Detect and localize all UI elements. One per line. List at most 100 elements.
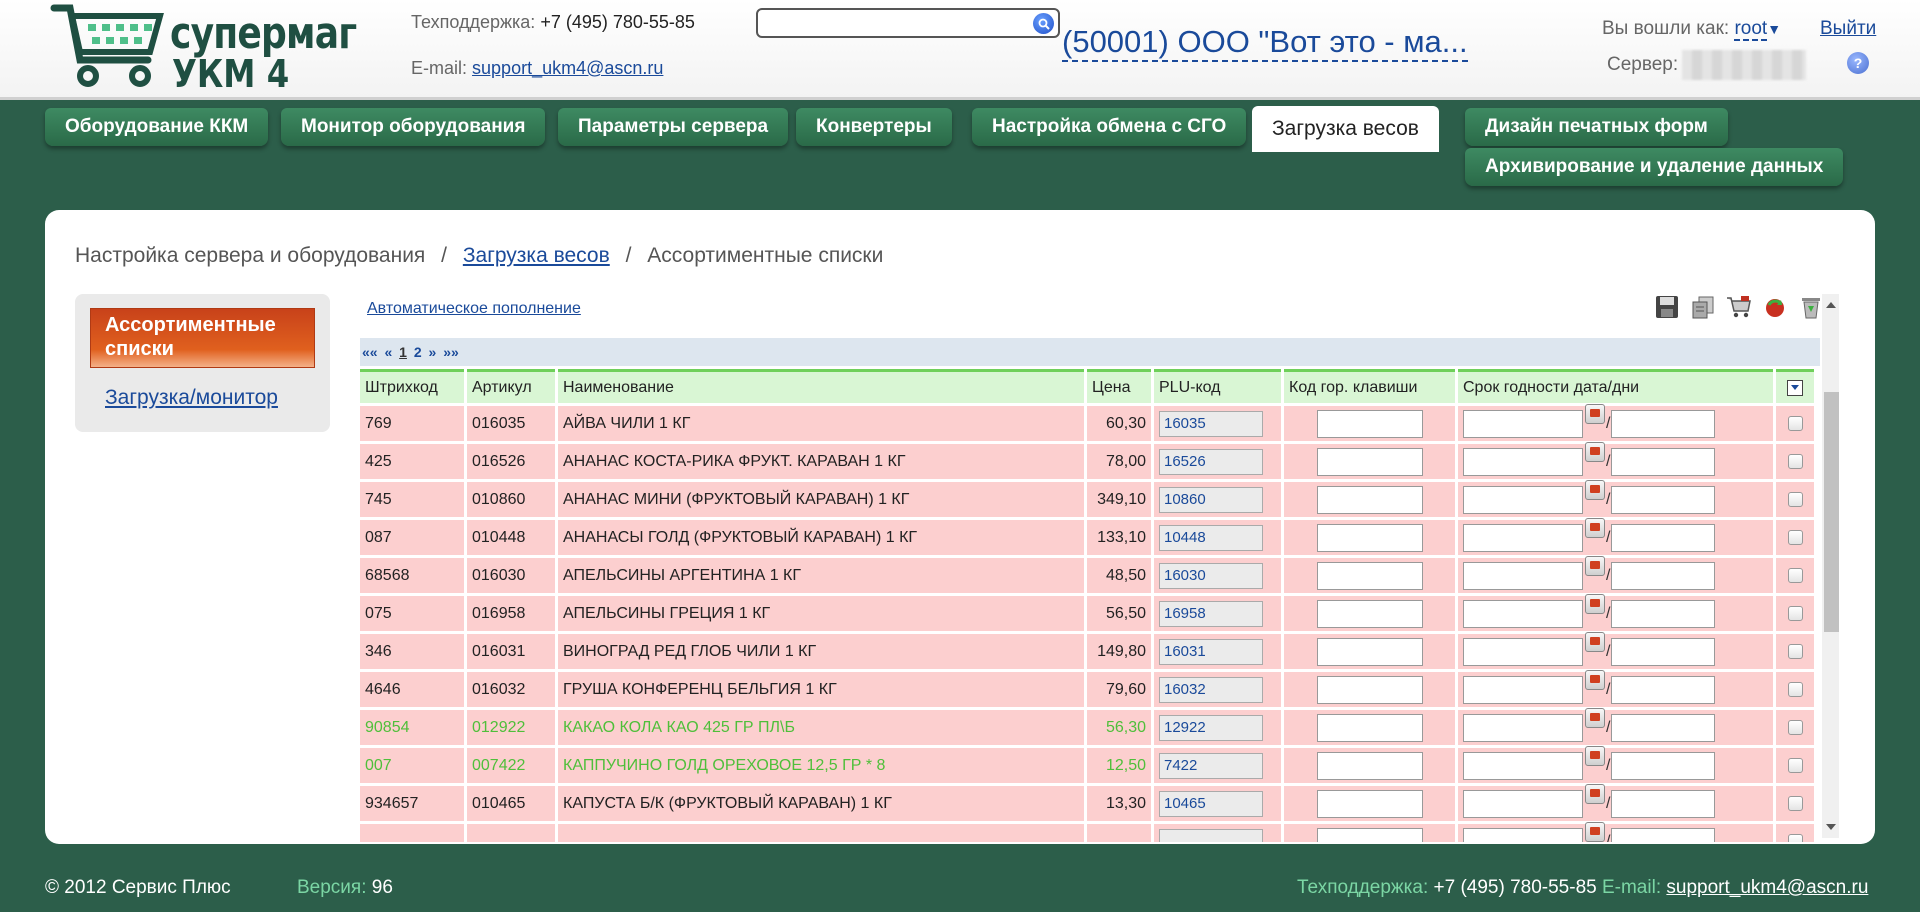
calendar-icon[interactable] xyxy=(1585,555,1605,576)
row-checkbox[interactable] xyxy=(1787,416,1803,431)
plu-input[interactable] xyxy=(1159,562,1263,589)
expiry-date-input[interactable] xyxy=(1463,789,1583,818)
help-icon[interactable]: ? xyxy=(1847,52,1869,74)
expiry-days-input[interactable] xyxy=(1611,827,1716,842)
tab-kkm-equipment[interactable]: Оборудование ККМ xyxy=(45,108,269,146)
hotkey-input[interactable] xyxy=(1316,599,1423,628)
expiry-date-input[interactable] xyxy=(1463,447,1583,476)
expiry-date-input[interactable] xyxy=(1463,637,1583,666)
expiry-days-input[interactable] xyxy=(1611,751,1716,780)
tab-equipment-monitor[interactable]: Монитор оборудования xyxy=(281,108,546,146)
support-email-link[interactable]: support_ukm4@ascn.ru xyxy=(472,58,663,78)
calendar-icon[interactable] xyxy=(1585,745,1605,766)
hotkey-input[interactable] xyxy=(1316,637,1423,666)
table-row[interactable]: 425 016526 АНАНАС КОСТА-РИКА ФРУКТ. КАРАВА… xyxy=(360,441,1814,479)
plu-input[interactable] xyxy=(1159,828,1263,842)
plu-input[interactable] xyxy=(1159,638,1263,665)
tab-server-params[interactable]: Параметры сервера xyxy=(558,108,789,146)
save-button[interactable] xyxy=(1654,294,1680,320)
calendar-icon[interactable] xyxy=(1585,441,1605,462)
hotkey-input[interactable] xyxy=(1316,751,1423,780)
cart-button[interactable] xyxy=(1726,294,1752,320)
expiry-days-input[interactable] xyxy=(1611,523,1716,552)
tab-scales-loading[interactable]: Загрузка весов xyxy=(1252,106,1439,152)
row-checkbox[interactable] xyxy=(1787,644,1803,659)
calendar-icon[interactable] xyxy=(1585,707,1605,728)
expiry-days-input[interactable] xyxy=(1611,485,1716,514)
table-row[interactable]: 90854 012922 КАКАО КОЛА КАО 425 ГР ПЛ\Б 56,… xyxy=(360,707,1814,745)
row-checkbox[interactable] xyxy=(1787,568,1803,583)
row-checkbox[interactable] xyxy=(1787,682,1803,697)
pager-first[interactable]: «« xyxy=(362,344,378,360)
plu-input[interactable] xyxy=(1159,410,1263,437)
hotkey-input[interactable] xyxy=(1316,789,1423,818)
expiry-days-input[interactable] xyxy=(1611,675,1716,704)
organization-selector[interactable]: (50001) ООО "Вот это - ма... xyxy=(1062,24,1468,62)
table-row[interactable]: 934657 010465 КАПУСТА Б/К (ФРУКТОВЫЙ КАРАВ… xyxy=(360,783,1814,821)
expiry-date-input[interactable] xyxy=(1463,713,1583,742)
col-name[interactable]: Наименование xyxy=(558,369,1084,403)
hotkey-input[interactable] xyxy=(1316,675,1423,704)
row-checkbox[interactable] xyxy=(1787,492,1803,507)
hotkey-input[interactable] xyxy=(1316,827,1423,842)
delete-button[interactable] xyxy=(1798,294,1824,320)
expiry-date-input[interactable] xyxy=(1463,675,1583,704)
scroll-thumb[interactable] xyxy=(1824,392,1839,632)
table-row[interactable]: 007 007422 КАППУЧИНО ГОЛД ОРЕХОВОЕ 12,5 ГР… xyxy=(360,745,1814,783)
row-checkbox[interactable] xyxy=(1787,758,1803,773)
plu-input[interactable] xyxy=(1159,448,1263,475)
calendar-icon[interactable] xyxy=(1585,403,1605,424)
tab-converters[interactable]: Конвертеры xyxy=(796,108,952,146)
pager-page-2[interactable]: 2 xyxy=(414,344,422,360)
hotkey-input[interactable] xyxy=(1316,447,1423,476)
plu-input[interactable] xyxy=(1159,714,1263,741)
calendar-icon[interactable] xyxy=(1585,479,1605,500)
sidebar-item-assortment-lists[interactable]: Ассортиментные списки xyxy=(90,308,315,368)
user-menu[interactable]: root xyxy=(1734,18,1768,41)
pager-next[interactable]: » xyxy=(429,344,437,360)
tab-archiving[interactable]: Архивирование и удаление данных xyxy=(1465,148,1844,186)
calendar-icon[interactable] xyxy=(1585,821,1605,842)
col-hotkey[interactable]: Код гор. клавиши xyxy=(1284,369,1455,403)
expiry-days-input[interactable] xyxy=(1611,409,1716,438)
expiry-days-input[interactable] xyxy=(1611,713,1716,742)
table-row[interactable]: 4646 016032 ГРУША КОНФЕРЕНЦ БЕЛЬГИЯ 1 КГ 79… xyxy=(360,669,1814,707)
row-checkbox[interactable] xyxy=(1787,796,1803,811)
calendar-icon[interactable] xyxy=(1585,669,1605,690)
expiry-date-input[interactable] xyxy=(1463,751,1583,780)
search-button[interactable] xyxy=(1033,13,1054,34)
row-checkbox[interactable] xyxy=(1787,720,1803,735)
expiry-days-input[interactable] xyxy=(1611,561,1716,590)
chevron-down-icon[interactable]: ▼ xyxy=(1767,21,1781,37)
expiry-days-input[interactable] xyxy=(1611,447,1716,476)
select-all-dropdown[interactable] xyxy=(1787,379,1803,396)
table-row[interactable]: 745 010860 АНАНАС МИНИ (ФРУКТОВЫЙ КАРАВАН)… xyxy=(360,479,1814,517)
calendar-icon[interactable] xyxy=(1585,631,1605,652)
breadcrumb-scales-loading[interactable]: Загрузка весов xyxy=(463,244,610,267)
table-row[interactable]: 087 010448 АНАНАСЫ ГОЛД (ФРУКТОВЫЙ КАРАВАН… xyxy=(360,517,1814,555)
scroll-down-arrow[interactable] xyxy=(1826,824,1836,830)
col-price[interactable]: Цена xyxy=(1087,369,1151,403)
table-row[interactable]: 68568 016030 АПЕЛЬСИНЫ АРГЕНТИНА 1 КГ 48,50… xyxy=(360,555,1814,593)
hotkey-input[interactable] xyxy=(1316,409,1423,438)
table-row[interactable]: 075016958АПЕЛЬСИНЫ ГРЕЦИЯ 1 КГ56,50 / xyxy=(360,593,1814,631)
copy-button[interactable] xyxy=(1690,294,1716,320)
table-row[interactable]: 346 016031 ВИНОГРАД РЕД ГЛОБ ЧИЛИ 1 КГ 149,… xyxy=(360,631,1814,669)
expiry-date-input[interactable] xyxy=(1463,409,1583,438)
sidebar-item-load-monitor[interactable]: Загрузка/монитор xyxy=(105,386,278,410)
row-checkbox[interactable] xyxy=(1787,530,1803,545)
expiry-days-input[interactable] xyxy=(1611,789,1716,818)
pager-page-1[interactable]: 1 xyxy=(399,344,407,360)
plu-input[interactable] xyxy=(1159,524,1263,551)
expiry-date-input[interactable] xyxy=(1463,523,1583,552)
logout-link[interactable]: Выйти xyxy=(1820,18,1876,40)
expiry-days-input[interactable] xyxy=(1611,599,1716,628)
hotkey-input[interactable] xyxy=(1316,561,1423,590)
scroll-up-arrow[interactable] xyxy=(1826,302,1836,308)
col-article[interactable]: Артикул xyxy=(467,369,555,403)
col-plu[interactable]: PLU-код xyxy=(1154,369,1281,403)
plu-input[interactable] xyxy=(1159,790,1263,817)
logo[interactable]: супермаг УКМ 4 xyxy=(50,2,357,96)
calendar-icon[interactable] xyxy=(1585,517,1605,538)
calendar-icon[interactable] xyxy=(1585,783,1605,804)
